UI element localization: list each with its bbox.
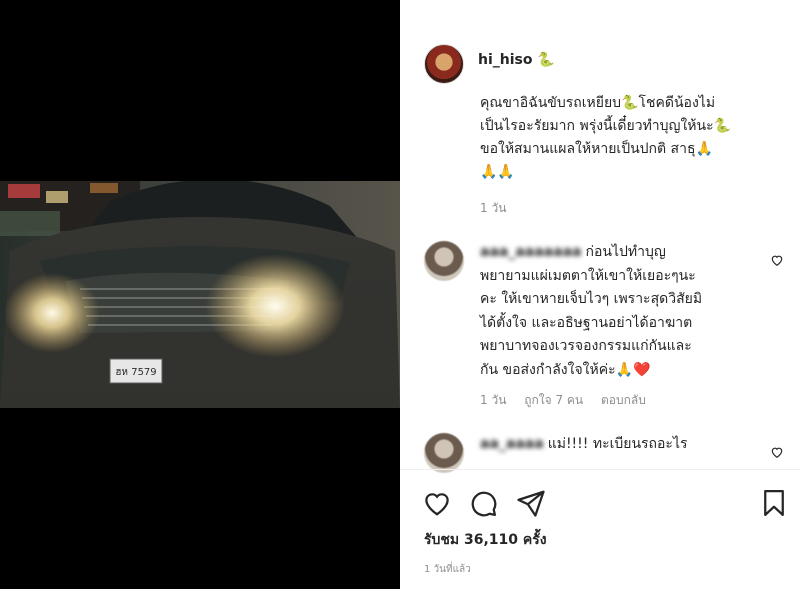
comment-body: aa_aaaa แม่!!!! ทะเบียนรถอะไร	[480, 433, 748, 457]
video-player[interactable]: ฮห 7579	[0, 181, 400, 408]
view-count[interactable]: รับชม 36,110 ครั้ง	[424, 529, 547, 551]
action-bar	[422, 488, 792, 518]
heart-icon[interactable]	[422, 488, 452, 518]
post-timestamp[interactable]: 1 วันที่แล้ว	[424, 562, 471, 577]
caption-line: 🙏🙏	[480, 164, 515, 180]
avatar[interactable]	[424, 44, 464, 84]
comment-text-line: พยายามแผ่เมตตาให้เขาให้เยอะๆนะ	[480, 267, 696, 284]
snake-emoji: 🐍	[537, 52, 555, 68]
caption-time: 1 วัน	[480, 201, 507, 215]
comment-text-line: ก่อนไปทำบุญ	[585, 244, 666, 260]
media-panel: ฮห 7579	[0, 0, 400, 589]
comment-time[interactable]: 1 วัน	[480, 393, 506, 407]
comment-likes[interactable]: ถูกใจ 7 คน	[524, 393, 583, 407]
post-caption: คุณขาอิฉันขับรถเหยียบ🐍โชคดีน้องไม่ เป็นไ…	[480, 92, 780, 184]
caption-line: คุณขาอิฉันขับรถเหยียบ🐍โชคดีน้องไม่	[480, 95, 716, 111]
comment-body: aaa_aaaaaaa ก่อนไปทำบุญ พยายามแผ่เมตตาให้…	[480, 241, 748, 382]
comment-text-line: ได้ตั้งใจ และอธิษฐานอย่าได้อาฆาต	[480, 314, 693, 331]
caption-line: ขอให้สมานแผลให้หายเป็นปกติ สาธุ🙏	[480, 141, 713, 157]
username-text[interactable]: hi_hiso	[478, 52, 532, 68]
bookmark-icon[interactable]	[759, 488, 789, 518]
video-frame: ฮห 7579	[0, 181, 400, 408]
post-header: hi_hiso 🐍	[424, 44, 555, 84]
comment-icon[interactable]	[468, 488, 498, 518]
comment-avatar[interactable]	[424, 433, 464, 473]
heart-outline-icon[interactable]	[770, 445, 784, 459]
comment-text-line: กัน ขอส่งกำลังใจให้ค่ะ🙏❤️	[480, 361, 651, 378]
comment-text-line: พยาบาทจองเวรจองกรรมแก่กันและ	[480, 338, 692, 354]
comment-text-line: แม่!!!! ทะเบียนรถอะไร	[547, 436, 688, 452]
heart-outline-icon[interactable]	[770, 253, 784, 267]
post-username[interactable]: hi_hiso 🐍	[478, 52, 555, 68]
comment-text-line: คะ ให้เขาหายเจ็บไวๆ เพราะสุดวิสัยมิ	[480, 291, 703, 307]
comment-username[interactable]: aaa_aaaaaaa	[480, 244, 581, 260]
caption-line: เป็นไรอะรัยมาก พรุ่งนี้เดี๋ยวทำบุญให้นะ🐍	[480, 118, 732, 134]
comment-username[interactable]: aa_aaaa	[480, 436, 544, 452]
comment-avatar[interactable]	[424, 241, 464, 281]
reply-button[interactable]: ตอบกลับ	[601, 393, 646, 407]
post-panel: hi_hiso 🐍 คุณขาอิฉันขับรถเหยียบ🐍โชคดีน้อ…	[400, 0, 800, 589]
share-icon[interactable]	[516, 488, 546, 518]
divider	[400, 469, 800, 470]
comment-meta: 1 วัน ถูกใจ 7 คน ตอบกลับ	[480, 391, 660, 410]
